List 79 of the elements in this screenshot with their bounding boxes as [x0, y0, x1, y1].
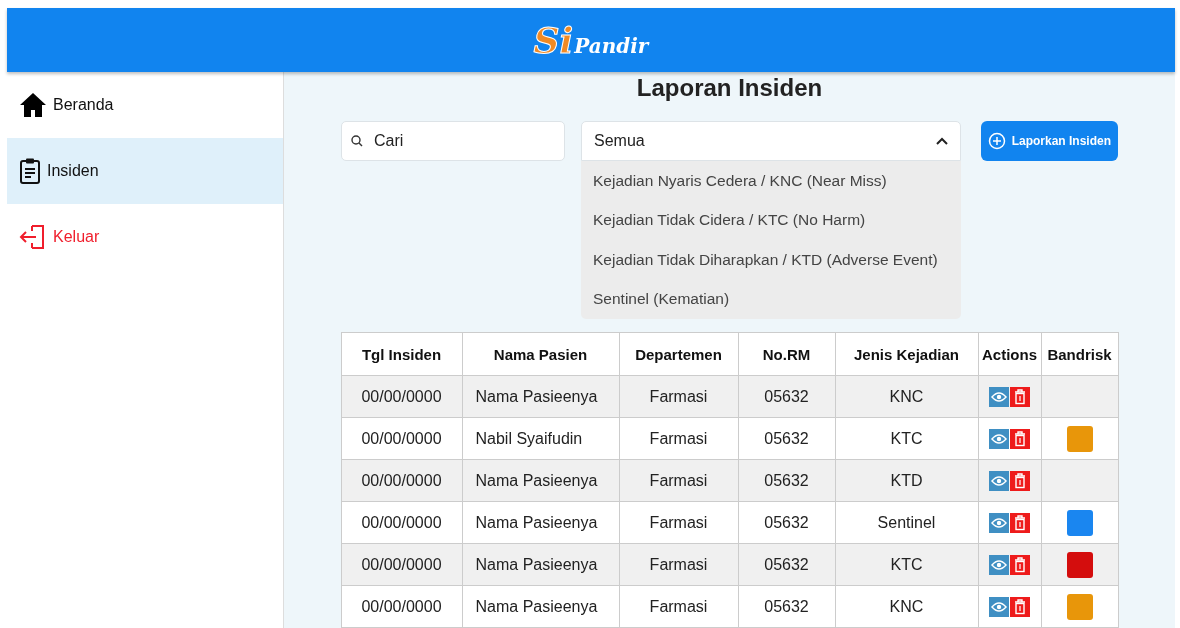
table-cell: 05632 [738, 375, 835, 418]
table-cell: KTC [835, 543, 978, 586]
eye-icon [991, 390, 1007, 403]
table-cell: Nabil Syaifudin [462, 417, 619, 460]
dropdown-option[interactable]: Kejadian Tidak Diharapkan / KTD (Adverse Event) [581, 240, 961, 280]
delete-button[interactable] [1010, 596, 1030, 617]
dropdown-option[interactable]: Kejadian Tidak Cidera / KTC (No Harm) [581, 200, 961, 240]
eye-icon [991, 558, 1007, 571]
trash-icon [1014, 598, 1026, 615]
table-cell: 00/00/0000 [341, 417, 462, 460]
logo-subtext: Pandir [574, 36, 649, 56]
delete-button[interactable] [1010, 428, 1030, 449]
delete-button[interactable] [1010, 554, 1030, 575]
delete-button[interactable] [1010, 470, 1030, 491]
table-cell: KTD [835, 459, 978, 502]
eye-icon [991, 600, 1007, 613]
dropdown-option[interactable]: Kejadian Nyaris Cedera / KNC (Near Miss) [581, 161, 961, 201]
table-cell: KTC [835, 417, 978, 460]
table-cell: Nama Pasieenya [462, 501, 619, 544]
table-cell: 05632 [738, 501, 835, 544]
sidebar-item[interactable]: Keluar [7, 204, 283, 270]
eye-icon [991, 432, 1007, 445]
page-title: Laporan Insiden [636, 73, 823, 103]
delete-button[interactable] [1010, 386, 1030, 407]
table-cell: Sentinel [835, 501, 978, 544]
logout-icon [19, 223, 47, 251]
view-button[interactable] [989, 386, 1009, 407]
dropdown-option[interactable]: Sentinel (Kematian) [581, 279, 961, 319]
table-cell: KNC [835, 585, 978, 628]
column-header: No.RM [738, 332, 835, 376]
delete-button[interactable] [1010, 512, 1030, 533]
table-cell: 00/00/0000 [341, 543, 462, 586]
column-header: Departemen [619, 332, 738, 376]
view-button[interactable] [989, 554, 1009, 575]
trash-icon [1014, 556, 1026, 573]
sidebar-item[interactable]: Insiden [7, 138, 283, 204]
table-cell: 05632 [738, 585, 835, 628]
view-button[interactable] [989, 596, 1009, 617]
table-cell: Nama Pasieenya [462, 375, 619, 418]
table-cell: Nama Pasieenya [462, 459, 619, 502]
view-button[interactable] [989, 512, 1009, 533]
table-cell: Farmasi [619, 375, 738, 418]
logo-text: Si [533, 22, 574, 58]
column-header: Bandrisk [1041, 332, 1118, 376]
chevron-icon [936, 137, 948, 145]
eye-icon [991, 516, 1007, 529]
table-cell: 00/00/0000 [341, 585, 462, 628]
trash-icon [1014, 472, 1026, 489]
table-cell: Farmasi [619, 543, 738, 586]
report-incident-button[interactable]: Laporkan Insiden [980, 121, 1118, 161]
table-cell: 00/00/0000 [341, 501, 462, 544]
table-cell: Farmasi [619, 417, 738, 460]
trash-icon [1014, 388, 1026, 405]
table-cell: 00/00/0000 [341, 375, 462, 418]
table-cell: Farmasi [619, 459, 738, 502]
column-header: Jenis Kejadian [835, 332, 978, 376]
filter-dropdown[interactable]: Semua [581, 121, 961, 161]
view-button[interactable] [989, 470, 1009, 491]
table-cell: Farmasi [619, 585, 738, 628]
table-cell: Nama Pasieenya [462, 543, 619, 586]
table-cell: Nama Pasieenya [462, 585, 619, 628]
sidebar-item[interactable]: Beranda [7, 72, 283, 138]
clipboard-icon [19, 157, 41, 185]
column-header: Tgl Insiden [341, 332, 462, 376]
view-button[interactable] [989, 428, 1009, 449]
table-cell: Farmasi [619, 501, 738, 544]
eye-icon [991, 474, 1007, 487]
table-cell: 05632 [738, 459, 835, 502]
search-field[interactable]: Cari [341, 121, 565, 161]
column-header: Actions [978, 332, 1041, 376]
table-cell: 05632 [738, 543, 835, 586]
table-cell: 05632 [738, 417, 835, 460]
trash-icon [1014, 430, 1026, 447]
trash-icon [1014, 514, 1026, 531]
home-icon [19, 92, 47, 118]
column-header: Nama Pasien [462, 332, 619, 376]
plus-circle-icon [987, 132, 1006, 150]
table-cell: 00/00/0000 [341, 459, 462, 502]
table-cell: KNC [835, 375, 978, 418]
